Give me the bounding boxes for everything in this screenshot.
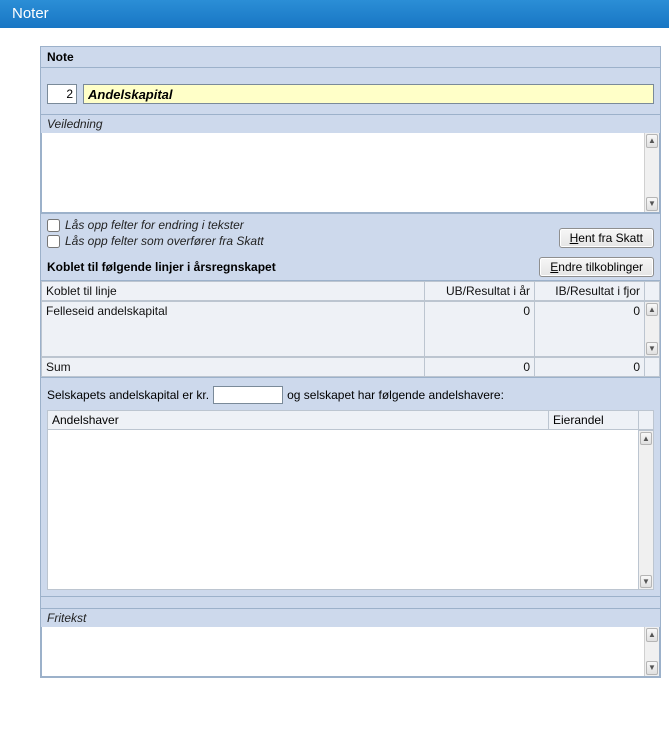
- linked-col-ib: IB/Resultat i fjor: [535, 282, 645, 301]
- linked-sum-ub: 0: [425, 358, 535, 377]
- linked-row-ub: 0: [425, 302, 535, 357]
- edit-links-button[interactable]: Endre tilkoblinger: [539, 257, 654, 277]
- capital-sentence-a: Selskapets andelskapital er kr.: [47, 388, 209, 402]
- fetch-btn-rest: ent fra Skatt: [578, 231, 643, 245]
- note-number-input[interactable]: [47, 84, 77, 104]
- linked-col-line: Koblet til linje: [42, 282, 425, 301]
- linked-row-line: Felleseid andelskapital: [42, 302, 425, 357]
- linked-sum-ib: 0: [535, 358, 645, 377]
- note-title-input[interactable]: [83, 84, 654, 104]
- unlock-texts-row[interactable]: Lås opp felter for endring i tekster: [47, 218, 264, 232]
- linked-table-body: Felleseid andelskapital 0 0: [41, 301, 645, 357]
- fetch-from-skatt-button[interactable]: Hent fra Skatt: [559, 228, 654, 248]
- noter-window: Noter Note Veiledning ▲ ▼: [0, 0, 669, 746]
- note-top: [41, 68, 660, 114]
- capital-sentence-b: og selskapet har følgende andelshavere:: [287, 388, 504, 402]
- linked-sum-row: Sum 0 0: [41, 357, 660, 377]
- guidance-textarea[interactable]: [42, 133, 644, 212]
- linked-col-scroll: [645, 282, 660, 301]
- guidance-textarea-wrap: ▲ ▼: [41, 133, 660, 213]
- linked-sum-spacer: [645, 358, 660, 377]
- guidance-scrollbar[interactable]: ▲ ▼: [644, 133, 659, 212]
- linked-table-body-wrap: Felleseid andelskapital 0 0 ▲ ▼: [41, 301, 660, 357]
- scroll-up-icon[interactable]: ▲: [646, 303, 658, 316]
- capital-amount-input[interactable]: [213, 386, 283, 404]
- freetext-textarea[interactable]: [42, 627, 644, 676]
- unlock-texts-label: Lås opp felter for endring i tekster: [65, 218, 244, 232]
- linked-sum-label: Sum: [42, 358, 425, 377]
- scroll-up-icon[interactable]: ▲: [640, 432, 652, 445]
- scroll-down-icon[interactable]: ▼: [640, 575, 652, 588]
- freetext-label: Fritekst: [41, 608, 660, 627]
- unlock-skatt-label: Lås opp felter som overfører fra Skatt: [65, 234, 264, 248]
- linked-row-ib: 0: [535, 302, 645, 357]
- unlock-texts-checkbox[interactable]: [47, 219, 60, 232]
- owners-table-body[interactable]: [47, 430, 639, 590]
- scroll-down-icon[interactable]: ▼: [646, 661, 658, 675]
- unlock-skatt-row[interactable]: Lås opp felter som overfører fra Skatt: [47, 234, 264, 248]
- window-titlebar: Noter: [0, 0, 669, 28]
- owners-scrollbar[interactable]: ▲ ▼: [639, 430, 654, 590]
- fetch-btn-hotkey: H: [570, 231, 579, 245]
- window-title: Noter: [12, 5, 49, 22]
- note-panel: Note Veiledning ▲ ▼: [40, 46, 661, 678]
- freetext-textarea-wrap: ▲ ▼: [41, 627, 660, 677]
- owners-table-header: Andelshaver Eierandel: [47, 410, 654, 430]
- scroll-up-icon[interactable]: ▲: [646, 628, 658, 642]
- linked-section-header: Koblet til følgende linjer i årsregnskap…: [41, 254, 660, 281]
- gap-spacer: [41, 596, 660, 608]
- owners-col-share: Eierandel: [549, 411, 639, 430]
- unlock-skatt-checkbox[interactable]: [47, 235, 60, 248]
- note-section-header: Note: [41, 47, 660, 68]
- owners-col-scroll: [639, 411, 654, 430]
- freetext-scrollbar[interactable]: ▲ ▼: [644, 627, 659, 676]
- scroll-down-icon[interactable]: ▼: [646, 197, 658, 211]
- content-area: Note Veiledning ▲ ▼: [0, 28, 669, 678]
- linked-header-label: Koblet til følgende linjer i årsregnskap…: [47, 260, 276, 274]
- capital-block: Selskapets andelskapital er kr. og selsk…: [41, 377, 660, 596]
- owners-col-name: Andelshaver: [48, 411, 549, 430]
- note-header-label: Note: [47, 50, 74, 64]
- scroll-up-icon[interactable]: ▲: [646, 134, 658, 148]
- scroll-down-icon[interactable]: ▼: [646, 342, 658, 355]
- linked-table-header: Koblet til linje UB/Resultat i år IB/Res…: [41, 281, 660, 301]
- guidance-label: Veiledning: [41, 114, 660, 133]
- linked-scrollbar[interactable]: ▲ ▼: [645, 301, 660, 357]
- linked-col-ub: UB/Resultat i år: [425, 282, 535, 301]
- options-block: Lås opp felter for endring i tekster Lås…: [41, 213, 660, 254]
- linked-row[interactable]: Felleseid andelskapital 0 0: [42, 302, 645, 357]
- edit-btn-rest: ndre tilkoblinger: [558, 260, 643, 274]
